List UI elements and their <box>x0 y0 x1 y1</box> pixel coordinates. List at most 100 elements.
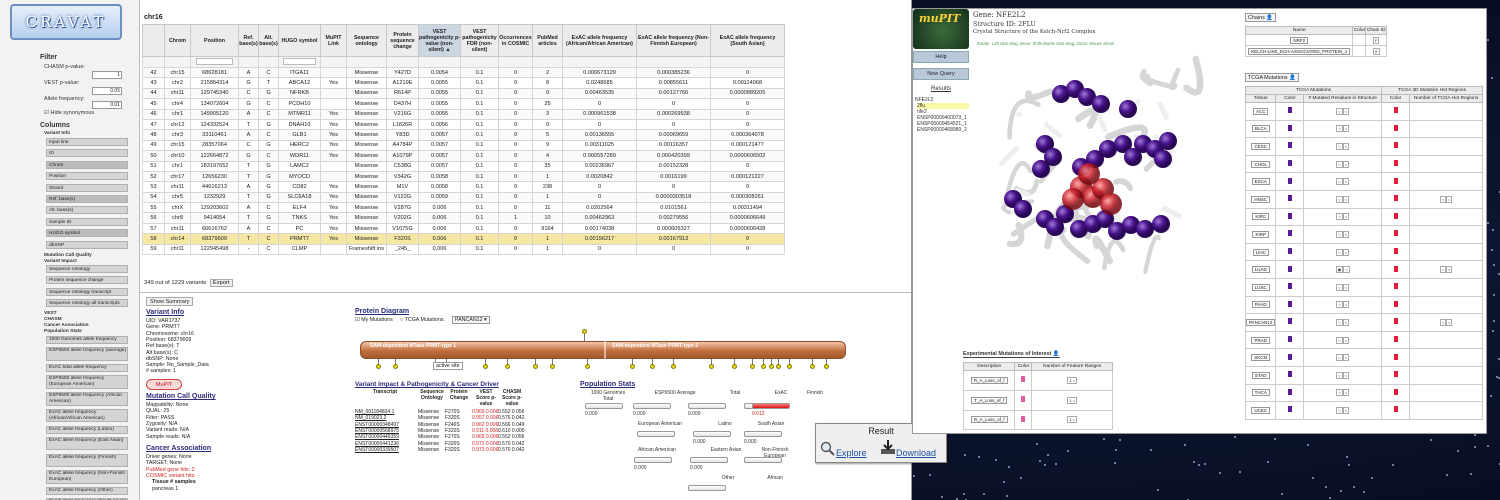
mutation-marker[interactable] <box>761 364 766 369</box>
red-swatch[interactable] <box>1393 406 1398 413</box>
tissue-label[interactable]: ACC <box>1252 107 1269 115</box>
tissue-label[interactable]: BLCA <box>1251 125 1270 133</box>
column-toggle-impact-1[interactable]: Protein sequence change <box>46 276 128 285</box>
hot-region-toggle[interactable]: ○ <box>1446 195 1453 203</box>
tcga-info-icon[interactable]: 👤 <box>1289 75 1296 81</box>
mutation-marker[interactable] <box>810 364 815 369</box>
pink-swatch[interactable] <box>1021 415 1026 422</box>
column-toggle-pop-9[interactable]: ExAC allele frequency (Non-Finnish Europ… <box>46 470 128 484</box>
mutation-lollipop[interactable] <box>533 359 538 369</box>
mutated-residue-toggle[interactable]: ○ <box>1342 301 1350 309</box>
column-toggle-id[interactable]: ID <box>46 149 128 158</box>
filter-allele-input[interactable]: 0.01 <box>92 101 122 109</box>
table-row[interactable]: 52 chr17 12656230 T G MYOCD Missense V342G 0.005… <box>142 170 785 183</box>
column-toggle-pop-2[interactable]: ExAC total allele frequency <box>46 364 128 372</box>
column-toggle-pop-10[interactable]: ExAC allele frequency (Other) <box>46 487 128 496</box>
pink-swatch[interactable] <box>1021 396 1026 403</box>
mutation-marker[interactable] <box>533 364 538 369</box>
purple-swatch[interactable] <box>1287 195 1292 202</box>
mutated-residue-toggle[interactable]: ○ <box>1342 160 1350 168</box>
hot-region-toggle[interactable]: ○ <box>1446 266 1453 274</box>
new-query-button[interactable]: New Query <box>913 68 969 80</box>
red-swatch[interactable] <box>1393 142 1398 149</box>
chain-color[interactable] <box>1352 45 1367 57</box>
column-header[interactable]: ExAC allele frequency (South Asian) <box>710 24 785 57</box>
tcga-select[interactable]: PANCAN12 ▾ <box>452 316 490 324</box>
mutation-lollipop[interactable] <box>709 359 714 369</box>
tcga-mutations-toggle[interactable]: ○ TCGA Mutations: <box>400 317 445 323</box>
mutated-residue-toggle[interactable]: ○ <box>1342 389 1350 397</box>
filter-chasm-input[interactable]: 1 <box>92 71 122 79</box>
table-row[interactable]: 55 chrX 129203602 A C ELF4 Yes Missense V287G 0.0… <box>142 202 785 214</box>
table-row[interactable]: 54 chr5 1232929 T G SLC6A18 Yes Missense V122G 0.… <box>142 191 785 204</box>
explore-link[interactable]: Explore <box>836 448 867 458</box>
column-header[interactable]: Ref. base(s) <box>238 24 259 57</box>
mutation-marker[interactable] <box>630 364 635 369</box>
column-header[interactable]: Alt. base(s) <box>258 24 279 57</box>
mutated-residue-toggle[interactable]: ○ <box>1342 195 1350 203</box>
table-row[interactable]: 58 chr14 68379609 T C PRMT7 Yes Missense F320S 0.… <box>142 233 785 245</box>
mutated-residue-toggle[interactable]: ○ <box>1342 318 1350 326</box>
mutation-lollipop[interactable] <box>393 359 398 369</box>
tissue-label[interactable]: SKCM <box>1251 354 1271 362</box>
mutation-lollipop[interactable] <box>550 359 555 369</box>
column-header[interactable]: MuPIT Link <box>320 24 347 57</box>
red-swatch[interactable] <box>1393 265 1398 272</box>
purple-swatch[interactable] <box>1287 318 1292 325</box>
mutation-marker[interactable] <box>732 364 737 369</box>
red-swatch[interactable] <box>1393 230 1398 237</box>
transcript-link[interactable]: ENST00000441236 <box>355 441 399 447</box>
red-swatch[interactable] <box>1393 353 1398 360</box>
column-header[interactable]: Protein sequence change <box>386 24 419 57</box>
table-row[interactable]: 57 chr11 66616762 A C PC Yes Missense V1075G 0.00… <box>142 222 785 235</box>
column-header[interactable]: ExAC allele frequency (African/African A… <box>562 24 637 57</box>
column-toggle-impact-0[interactable]: Sequence ontology <box>46 265 128 273</box>
exp-label[interactable]: T_A_Loss_of_f <box>971 396 1008 404</box>
column-toggle-input-line[interactable]: Input line <box>46 138 128 146</box>
column-toggle-pop-0[interactable]: 1000 Genomes allele frequency <box>46 336 128 344</box>
table-row[interactable]: 48 chr3 33110461 A C GLB1 Yes Missense Y83D 0.005… <box>142 129 785 141</box>
column-header[interactable]: PubMed articles <box>532 24 563 57</box>
mutation-lollipop[interactable] <box>483 359 488 369</box>
mutation-lollipop[interactable] <box>505 359 510 369</box>
mutation-marker[interactable] <box>393 364 398 369</box>
tissue-label[interactable]: PRAD <box>1251 336 1270 344</box>
mutation-marker[interactable] <box>483 364 488 369</box>
column-toggle-pop-4[interactable]: ESP6500 allele frequency (African Americ… <box>46 392 128 406</box>
transcript-link[interactable]: ENST00000449359 <box>355 434 399 440</box>
mutated-residue-toggle[interactable]: ○ <box>1343 266 1350 274</box>
mutation-marker[interactable] <box>376 364 381 369</box>
hide-synonymous-checkbox[interactable]: ☑ Hide synonymous <box>44 110 94 116</box>
purple-swatch[interactable] <box>1287 230 1292 237</box>
tissue-label[interactable]: LUSC <box>1251 283 1270 291</box>
red-swatch[interactable] <box>1393 388 1398 395</box>
column-toggle-pop-7[interactable]: ExAC allele frequency (East Asian) <box>46 436 128 451</box>
column-header[interactable]: Position <box>190 24 239 57</box>
ca-red-line[interactable]: PubMed gene hits: 2 <box>146 467 195 473</box>
chain-row[interactable]: NRF2 F <box>1244 34 1387 46</box>
mutation-marker[interactable] <box>650 364 655 369</box>
transcript-link[interactable]: ENST00000568975 <box>355 428 399 434</box>
mutation-lollipop[interactable] <box>376 359 381 369</box>
table-row[interactable]: 45 chr4 134072604 G C PCDH10 Missense D437H 0.00… <box>142 98 785 110</box>
table-row[interactable]: 56 chr8 9414054 T G TNKS Yes Missense V202G 0.006… <box>142 212 785 224</box>
transcript-link[interactable]: NM_019023.2 <box>355 415 386 421</box>
column-filter-input[interactable] <box>283 57 316 65</box>
red-swatch[interactable] <box>1393 177 1398 184</box>
mupit-button[interactable]: MuPIT <box>146 379 182 390</box>
purple-swatch[interactable] <box>1287 142 1292 149</box>
purple-swatch[interactable] <box>1287 388 1292 395</box>
mutation-lollipop[interactable] <box>776 359 781 369</box>
column-filter-input[interactable] <box>195 57 234 65</box>
mutation-marker[interactable] <box>709 364 714 369</box>
mutation-lollipop[interactable] <box>750 359 755 369</box>
column-toggle-chrom[interactable]: Chrom <box>46 160 128 169</box>
mutation-lollipop[interactable] <box>585 359 590 369</box>
tissue-label[interactable]: LIHC <box>1252 248 1269 256</box>
purple-swatch[interactable] <box>1287 160 1292 167</box>
chains-info-icon[interactable]: 👤 <box>1266 15 1273 21</box>
tissue-label[interactable]: UCEC <box>1251 406 1271 414</box>
table-row[interactable]: 44 chr11 129745340 C G NFRKB Missense R614P 0.00… <box>142 87 785 100</box>
table-row[interactable]: 46 chr1 149905120 A C MTMR11 Yes Missense V216G 0… <box>142 108 785 120</box>
column-header[interactable]: Sequence ontology <box>346 24 387 57</box>
